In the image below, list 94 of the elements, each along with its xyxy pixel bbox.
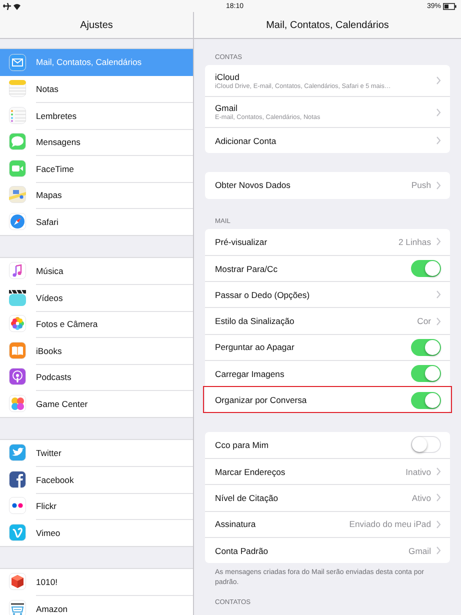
row-label: Cco para Mim — [215, 440, 270, 450]
row-label: Marcar Endereços — [215, 466, 286, 477]
settings-row[interactable]: Cco para Mim — [205, 432, 450, 458]
sidebar-item[interactable]: Podcasts — [0, 364, 193, 390]
chevron-icon — [436, 546, 441, 555]
envelope-icon — [9, 54, 26, 71]
video-camera-icon — [9, 160, 26, 177]
chevron-icon — [436, 237, 441, 246]
compass-icon — [9, 212, 26, 230]
flower-icon — [9, 315, 26, 332]
row-value: Cor — [417, 316, 431, 326]
row-label: Gmail — [215, 103, 238, 113]
row-label: Obter Novos Dados — [215, 180, 292, 190]
row-value: 2 Linhas — [398, 236, 431, 247]
chevron-icon — [436, 467, 441, 476]
cube-icon — [9, 573, 26, 590]
sidebar-item[interactable]: 1010! — [0, 568, 193, 595]
row-label: Conta Padrão — [215, 546, 270, 556]
toggle-switch[interactable] — [411, 392, 441, 409]
row-value: Ativo — [412, 492, 431, 503]
row-value: Push — [411, 180, 431, 190]
sidebar-item[interactable]: Fotos e Câmera — [0, 310, 193, 337]
app-icon — [9, 470, 26, 488]
chevron-icon — [436, 76, 441, 85]
sidebar-item[interactable]: Amazon — [0, 595, 193, 615]
sidebar-item[interactable]: Vimeo — [0, 519, 193, 546]
open-book-icon — [9, 342, 26, 359]
row-label: iCloud — [215, 72, 240, 82]
sidebar-item[interactable]: FaceTime — [0, 155, 193, 182]
sidebar-item[interactable]: Game Center — [0, 390, 193, 416]
battery-icon — [443, 2, 457, 10]
row-label: Adicionar Conta — [215, 136, 278, 146]
wifi-icon — [13, 2, 21, 10]
settings-row[interactable]: Estilo da Sinalização Cor — [205, 307, 450, 334]
toggle-switch[interactable] — [411, 338, 441, 356]
notepad-icon — [9, 80, 26, 98]
speech-bubble-icon — [9, 133, 26, 150]
chevron-icon — [436, 493, 441, 502]
sidebar-item[interactable]: Notas — [0, 76, 193, 102]
checklist-icon — [9, 106, 26, 124]
toggle-switch[interactable] — [411, 260, 441, 278]
sidebar-item[interactable]: Lembretes — [0, 102, 193, 128]
sidebar-item[interactable]: Mensagens — [0, 128, 193, 155]
sidebar-item[interactable]: Flickr — [0, 492, 193, 519]
settings-row[interactable]: Carregar Imagens — [205, 360, 450, 386]
row-label: Estilo da Sinalização — [215, 316, 296, 326]
row-value: Enviado do meu iPad — [349, 519, 431, 530]
sidebar-item[interactable]: Twitter — [0, 440, 193, 466]
music-note-icon — [9, 262, 26, 280]
chevron-icon — [436, 290, 441, 300]
settings-row[interactable]: Mostrar Para/Cc — [205, 254, 450, 282]
toggle-switch[interactable] — [411, 436, 441, 454]
bubbles-icon — [9, 394, 26, 412]
map-icon — [9, 186, 26, 204]
row-label: Pré-visualizar — [215, 236, 268, 247]
row-label: Assinatura — [215, 519, 257, 530]
row-label: Mostrar Para/Cc — [215, 264, 279, 274]
chevron-icon — [436, 520, 441, 529]
sidebar-item[interactable]: Facebook — [0, 466, 193, 492]
settings-row[interactable]: Passar o Dedo (Opções) — [205, 281, 450, 308]
row-label: Organizar por Conversa — [215, 395, 308, 406]
dots-icon — [9, 497, 26, 514]
row-label: Nível de Citação — [215, 492, 280, 503]
page-title: Mail, Contatos, Calendários — [266, 20, 389, 30]
row-value: Gmail — [408, 546, 431, 556]
sidebar-item[interactable]: iBooks — [0, 337, 193, 364]
toggle-switch[interactable] — [411, 365, 441, 382]
settings-row[interactable]: Perguntar ao Apagar — [205, 334, 450, 360]
sidebar-item[interactable]: Safari — [0, 208, 193, 234]
settings-row[interactable]: Organizar por Conversa — [203, 386, 452, 413]
settings-row[interactable]: Nível de Citação Ativo — [205, 484, 450, 511]
settings-row[interactable]: Marcar Endereços Inativo — [205, 458, 450, 484]
sidebar-item[interactable]: Vídeos — [0, 284, 193, 310]
airplane-icon — [3, 2, 11, 10]
chevron-icon — [436, 180, 441, 190]
settings-row[interactable]: Assinatura Enviado do meu iPad — [205, 510, 450, 537]
row-label: Carregar Imagens — [215, 368, 286, 379]
row-label: Perguntar ao Apagar — [215, 342, 296, 352]
sidebar-item[interactable]: Mapas — [0, 182, 193, 208]
row-value: Inativo — [406, 466, 431, 477]
settings-row[interactable]: Adicionar Conta — [205, 127, 450, 154]
settings-row[interactable]: Conta Padrão Gmail — [205, 536, 450, 564]
chevron-icon — [436, 316, 441, 326]
clapperboard-icon — [9, 288, 26, 306]
app-icon — [9, 524, 26, 541]
bird-icon — [9, 444, 26, 462]
sidebar-title: Ajustes — [80, 20, 113, 30]
chevron-icon — [436, 108, 441, 116]
podcast-icon — [9, 368, 26, 386]
chevron-icon — [436, 136, 441, 146]
settings-row[interactable]: Obter Novos Dados Push — [205, 172, 450, 199]
settings-row[interactable]: Pré-visualizar 2 Linhas — [205, 228, 450, 255]
row-label: Passar o Dedo (Opções) — [215, 290, 311, 300]
sidebar-item[interactable]: Música — [0, 258, 193, 284]
